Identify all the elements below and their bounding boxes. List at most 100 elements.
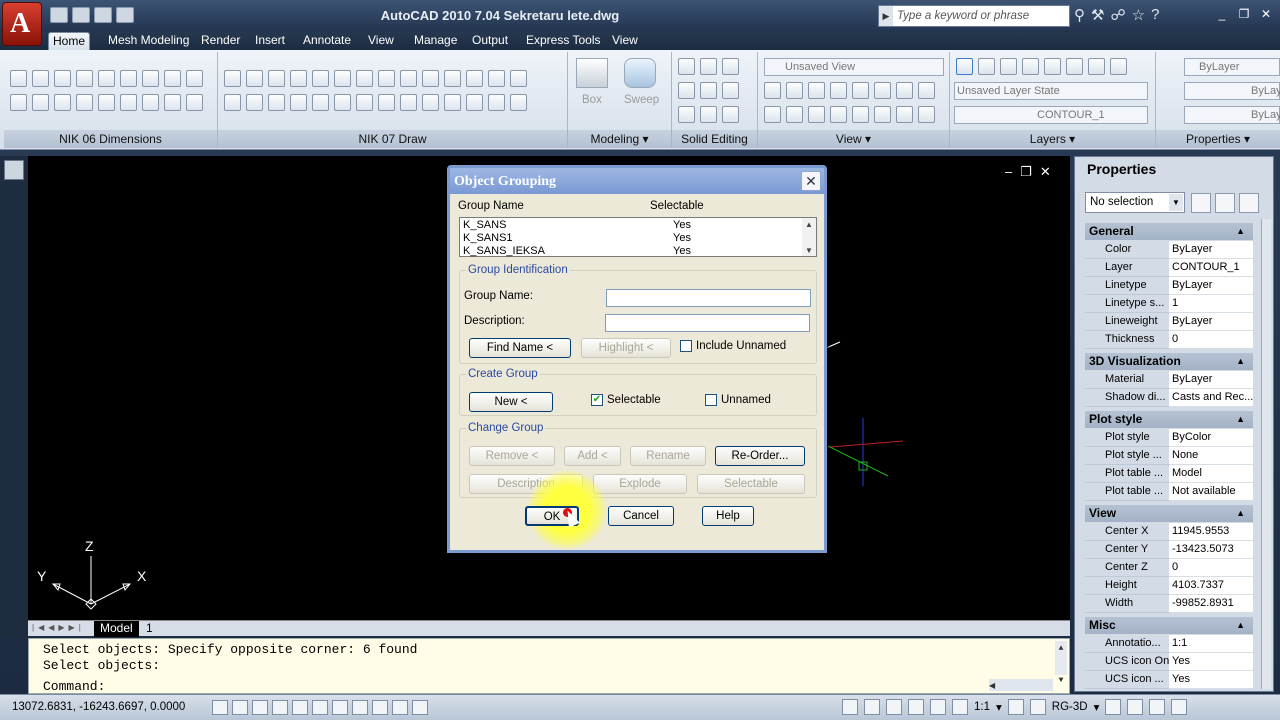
camera-icon[interactable] xyxy=(918,82,935,99)
circle-icon[interactable] xyxy=(356,70,373,87)
conceptual-style-icon[interactable] xyxy=(830,82,847,99)
front-view-icon[interactable] xyxy=(764,106,781,123)
rename-button[interactable]: Rename xyxy=(630,446,706,466)
highlight-button[interactable]: Highlight < xyxy=(581,338,671,358)
property-row[interactable]: Linetype ByLayer xyxy=(1085,277,1253,295)
subscription-icon[interactable]: ⚒ xyxy=(1091,6,1104,24)
property-row[interactable]: UCS icon ... Yes xyxy=(1085,671,1253,689)
selection-dropdown[interactable]: No selection ▼ xyxy=(1085,192,1185,213)
continue-dimension-icon[interactable] xyxy=(54,94,71,111)
visual-style-icon[interactable] xyxy=(786,82,803,99)
help-icon[interactable]: ? xyxy=(1151,6,1159,24)
property-row[interactable]: Width -99852.8931 xyxy=(1085,595,1253,613)
collapse-icon[interactable]: ▲ xyxy=(1236,617,1245,634)
selectable-button[interactable]: Selectable xyxy=(697,474,805,494)
explode-icon[interactable] xyxy=(422,94,439,111)
polygon-icon[interactable] xyxy=(444,70,461,87)
model-space-icon[interactable] xyxy=(842,699,858,715)
dim-jog-line-icon[interactable] xyxy=(98,94,115,111)
scroll-up-icon[interactable]: ▲ xyxy=(802,218,816,231)
3d-osnap-icon[interactable] xyxy=(312,700,328,715)
section-header-viz[interactable]: 3D Visualization ▲ xyxy=(1085,353,1253,370)
minimize-icon[interactable]: – xyxy=(1005,164,1012,180)
property-value[interactable]: 0 xyxy=(1169,331,1253,349)
remove-button[interactable]: Remove < xyxy=(469,446,555,466)
lineweight-icon[interactable] xyxy=(392,700,408,715)
layer-freeze-icon[interactable] xyxy=(1044,58,1061,75)
quick-select-icon[interactable] xyxy=(1239,193,1259,213)
clean-screen-icon[interactable] xyxy=(1171,699,1188,715)
add-button[interactable]: Add < xyxy=(564,446,621,466)
angular-dimension-icon[interactable] xyxy=(164,70,181,87)
section-header-misc[interactable]: Misc ▲ xyxy=(1085,617,1253,634)
panel-title[interactable]: Layers ▾ xyxy=(950,130,1155,148)
layer-off-icon[interactable] xyxy=(1066,58,1083,75)
iso-nw-icon[interactable] xyxy=(896,106,913,123)
group-list[interactable]: K_SANS Yes K_SANS1 Yes K_SANS_IEKSA Yes ▲ ▼ xyxy=(459,217,817,257)
polar-icon[interactable] xyxy=(272,700,288,715)
rectangle-icon[interactable] xyxy=(334,70,351,87)
snap-icon[interactable] xyxy=(212,700,228,715)
grid-icon[interactable] xyxy=(232,700,248,715)
fillet-icon[interactable] xyxy=(312,70,329,87)
tab-view-2[interactable]: View xyxy=(608,32,642,50)
cancel-button[interactable]: Cancel xyxy=(608,506,674,526)
property-row[interactable]: Shadow di... Casts and Rec... xyxy=(1085,389,1253,407)
point-icon[interactable] xyxy=(356,94,373,111)
hardware-acceleration-icon[interactable] xyxy=(1127,699,1144,715)
property-value[interactable]: CONTOUR_1 xyxy=(1169,259,1253,277)
quick-view-layouts-icon[interactable] xyxy=(864,699,880,715)
property-value[interactable]: ByLayer xyxy=(1169,371,1253,389)
checkbox-box[interactable] xyxy=(680,340,692,352)
property-value[interactable]: -99852.8931 xyxy=(1169,595,1253,613)
property-row[interactable]: Center X 11945.9553 xyxy=(1085,523,1253,541)
property-value[interactable]: Not available xyxy=(1169,483,1253,501)
hatch-icon[interactable] xyxy=(312,94,329,111)
property-value[interactable]: None xyxy=(1169,447,1253,465)
panel-title[interactable]: Modeling ▾ xyxy=(568,130,671,148)
list-item[interactable]: K_SANS Yes xyxy=(463,219,813,232)
tab-view[interactable]: View xyxy=(364,32,398,50)
help-button[interactable]: Help xyxy=(702,506,754,526)
gradient-icon[interactable] xyxy=(334,94,351,111)
coordinates-readout[interactable]: 13072.6831, -16243.6697, 0.0000 xyxy=(12,701,185,713)
description-input[interactable] xyxy=(605,314,810,332)
mirror-icon[interactable] xyxy=(466,70,483,87)
isolate-objects-icon[interactable] xyxy=(1149,699,1166,715)
layer-match-icon[interactable] xyxy=(1110,58,1127,75)
explode-button[interactable]: Explode xyxy=(593,474,687,494)
iso-sw-icon[interactable] xyxy=(830,106,847,123)
property-value[interactable]: 4103.7337 xyxy=(1169,577,1253,595)
panel-title[interactable]: NIK 07 Draw xyxy=(218,130,567,148)
restore-icon[interactable]: ❐ xyxy=(1020,164,1032,180)
sweep-icon[interactable] xyxy=(624,58,656,88)
chevron-down-icon[interactable]: ▼ xyxy=(1169,194,1183,211)
view-top-icon[interactable] xyxy=(764,82,781,99)
section-header-general[interactable]: General ▲ xyxy=(1085,223,1253,240)
dyn-icon[interactable] xyxy=(372,700,388,715)
property-value[interactable]: ByColor xyxy=(1169,429,1253,447)
command-scrollbar[interactable]: ▲ ▼ xyxy=(1055,641,1067,685)
property-row[interactable]: Plot style ... None xyxy=(1085,447,1253,465)
tab-mesh-modeling[interactable]: Mesh Modeling xyxy=(104,32,193,50)
search-box[interactable]: ▶ Type a keyword or phrase xyxy=(878,5,1070,27)
union-icon[interactable] xyxy=(678,58,695,75)
extend-icon[interactable] xyxy=(400,94,417,111)
hidden-style-icon[interactable] xyxy=(852,82,869,99)
collapse-icon[interactable]: ▲ xyxy=(1236,411,1245,428)
unnamed-checkbox[interactable]: Unnamed xyxy=(705,394,771,406)
property-row[interactable]: Center Y -13423.5073 xyxy=(1085,541,1253,559)
arc-length-icon[interactable] xyxy=(186,70,203,87)
group-name-input[interactable] xyxy=(606,289,811,307)
tab-output[interactable]: Output xyxy=(468,32,512,50)
baseline-dimension-icon[interactable] xyxy=(76,70,93,87)
close-button[interactable]: ✕ xyxy=(801,171,821,191)
layer-unisolate-icon[interactable] xyxy=(1022,58,1039,75)
separate-icon[interactable] xyxy=(722,58,739,75)
ordinate-dimension-icon[interactable] xyxy=(54,70,71,87)
jogged-dimension-icon[interactable] xyxy=(120,70,137,87)
list-scrollbar[interactable]: ▲ ▼ xyxy=(802,218,816,256)
property-row[interactable]: Material ByLayer xyxy=(1085,371,1253,389)
layer-isolate-icon[interactable] xyxy=(1000,58,1017,75)
command-line[interactable]: Select objects: Specify opposite corner:… xyxy=(28,638,1070,707)
